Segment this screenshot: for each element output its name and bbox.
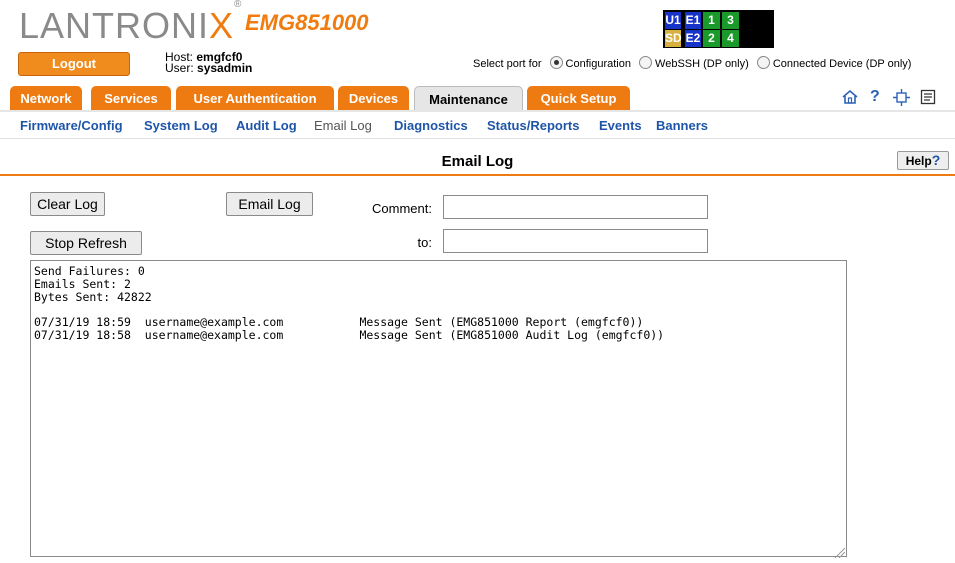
notes-icon[interactable] — [920, 89, 936, 110]
tab-network[interactable]: Network — [10, 86, 82, 110]
help-button-label: Help — [905, 154, 932, 168]
subnav-status-reports[interactable]: Status/Reports — [487, 118, 579, 133]
tab-services[interactable]: Services — [91, 86, 171, 110]
port-selector: Select port for Configuration WebSSH (DP… — [473, 56, 911, 70]
logo-x: X — [209, 5, 235, 46]
email-log-textarea[interactable]: Send Failures: 0 Emails Sent: 2 Bytes Se… — [30, 260, 847, 557]
subnav-email-log[interactable]: Email Log — [314, 118, 372, 133]
port-2[interactable]: 2 — [703, 30, 720, 47]
select-port-label: Select port for — [473, 58, 542, 70]
log-entry-message: Message Sent (EMG851000 Audit Log (emgfc… — [359, 327, 665, 342]
port-e2[interactable]: E2 — [685, 30, 701, 47]
radio-connected-device[interactable] — [756, 56, 770, 69]
log-entry: 07/31/19 18:58 username@example.com Mess… — [34, 329, 843, 342]
subnav-audit-log[interactable]: Audit Log — [236, 118, 297, 133]
port-3[interactable]: 3 — [722, 12, 739, 29]
logout-button[interactable]: Logout — [18, 52, 130, 76]
help-button[interactable]: Help? — [897, 151, 949, 170]
expand-icon[interactable] — [893, 89, 910, 111]
port-status-grid: U1 E1 1 3 SD E2 2 4 — [663, 10, 774, 48]
help-mark: ? — [931, 152, 941, 168]
subnav-firmware-config[interactable]: Firmware/Config — [20, 118, 123, 133]
user-label: User: — [165, 61, 194, 75]
port-1[interactable]: 1 — [703, 12, 720, 29]
logo-text: LANTRONI — [19, 5, 210, 46]
comment-label: Comment: — [372, 201, 432, 216]
model-name: EMG851000 — [245, 10, 369, 35]
lantronix-logo: LANTRONIX® — [19, 0, 242, 47]
host-info: Host: emgfcf0 User: sysadmin — [165, 51, 253, 75]
resize-handle-icon[interactable] — [833, 545, 846, 559]
radio-configuration-label[interactable]: Configuration — [566, 58, 631, 70]
tab-user-authentication[interactable]: User Authentication — [176, 86, 334, 110]
email-log-button[interactable]: Email Log — [226, 192, 313, 216]
port-4[interactable]: 4 — [722, 30, 739, 47]
port-u1[interactable]: U1 — [665, 12, 681, 29]
tab-quick-setup[interactable]: Quick Setup — [527, 86, 630, 110]
stop-refresh-button[interactable]: Stop Refresh — [30, 231, 142, 255]
log-stat-emails-sent: Emails Sent: 2 — [34, 276, 131, 291]
tab-devices[interactable]: Devices — [338, 86, 409, 110]
subnav-system-log[interactable]: System Log — [144, 118, 218, 133]
to-input[interactable] — [443, 229, 708, 253]
home-icon[interactable] — [842, 89, 858, 110]
radio-webssh-label[interactable]: WebSSH (DP only) — [655, 58, 749, 70]
port-sd[interactable]: SD — [665, 30, 682, 47]
subnav-diagnostics[interactable]: Diagnostics — [394, 118, 468, 133]
subnav-events[interactable]: Events — [599, 118, 642, 133]
radio-webssh[interactable] — [639, 56, 653, 69]
radio-connected-device-label[interactable]: Connected Device (DP only) — [773, 58, 912, 70]
radio-configuration[interactable] — [549, 56, 563, 69]
sub-navigation: Firmware/Config System Log Audit Log Ema… — [0, 112, 955, 139]
port-e1[interactable]: E1 — [685, 12, 701, 29]
page-title: Email Log — [441, 153, 514, 170]
comment-input[interactable] — [443, 195, 708, 219]
log-entry-recipient: username@example.com — [144, 327, 284, 342]
clear-log-button[interactable]: Clear Log — [30, 192, 105, 216]
log-stat-bytes-sent: Bytes Sent: 42822 — [34, 289, 152, 304]
user-value: sysadmin — [197, 61, 253, 75]
log-stat-send-failures: Send Failures: 0 — [34, 264, 145, 278]
log-entry-timestamp: 07/31/19 18:58 — [34, 327, 131, 342]
to-label: to: — [417, 235, 432, 250]
tab-maintenance[interactable]: Maintenance — [414, 86, 523, 111]
help-icon[interactable]: ? — [870, 88, 880, 106]
subnav-banners[interactable]: Banners — [656, 118, 708, 133]
title-divider — [0, 174, 955, 176]
logo-registered: ® — [234, 0, 243, 10]
